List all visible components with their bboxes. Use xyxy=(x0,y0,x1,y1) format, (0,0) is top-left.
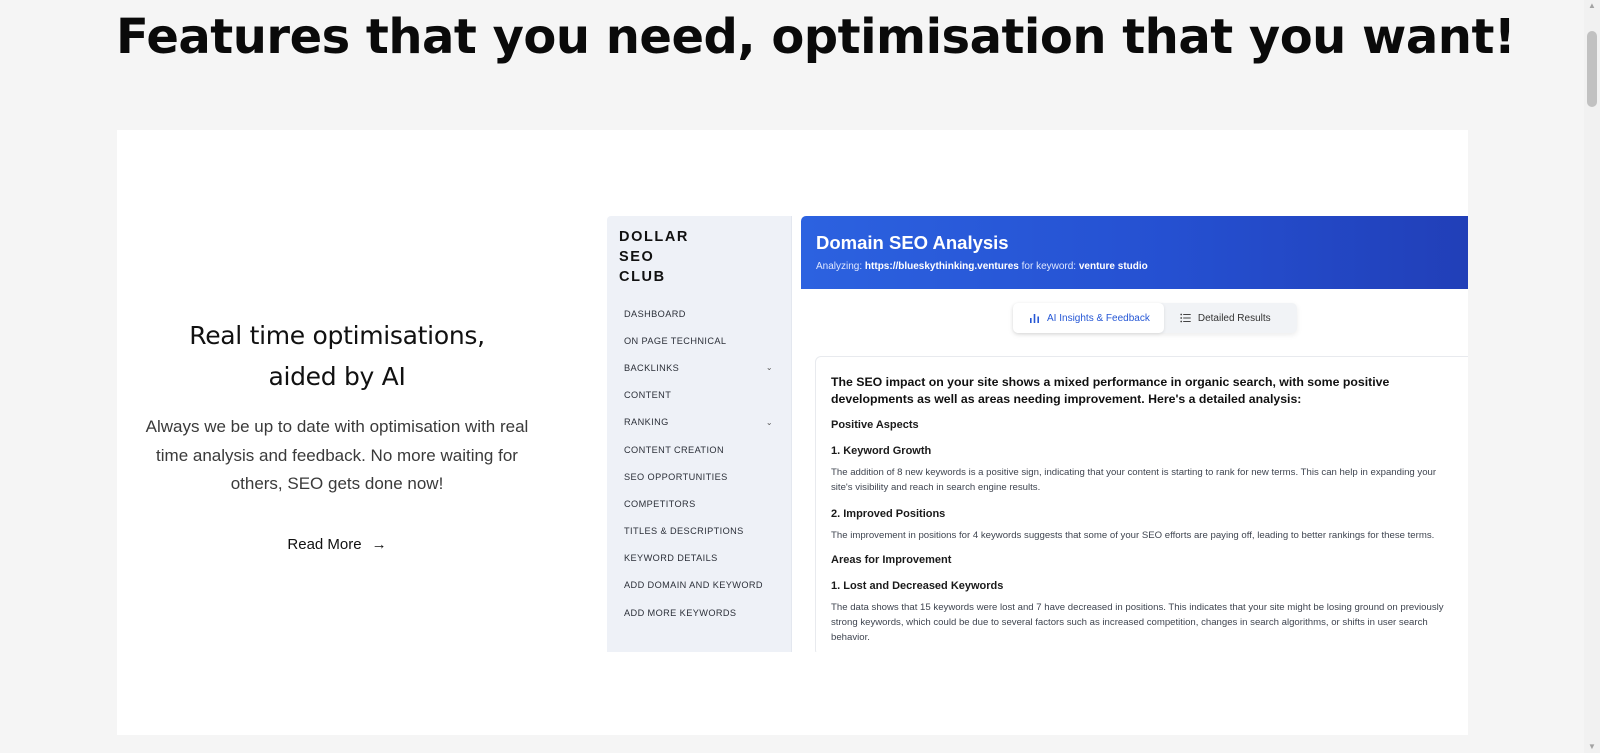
read-more-label: Read More xyxy=(287,535,362,553)
app-logo-line-2: SEO xyxy=(619,249,655,265)
arrow-right-icon: → xyxy=(371,535,387,553)
sidebar-item-dashboard[interactable]: DASHBOARD xyxy=(607,300,791,327)
app-screenshot: DOLLAR SEO CLUB DASHBOARD ON PAGE TECHNI… xyxy=(607,216,1468,652)
sidebar-item-label: COMPETITORS xyxy=(624,498,696,509)
analysis-body: The SEO impact on your site shows a mixe… xyxy=(815,356,1468,652)
list-icon xyxy=(1180,313,1191,323)
sidebar-item-label: CONTENT xyxy=(624,390,672,401)
improved-positions-heading: 2. Improved Positions xyxy=(831,507,946,520)
feature-card: Real time optimisations, aided by AI Alw… xyxy=(117,130,1468,735)
app-nav: DASHBOARD ON PAGE TECHNICAL BACKLINKS ⌄ C… xyxy=(607,300,791,626)
sidebar-item-on-page-technical[interactable]: ON PAGE TECHNICAL xyxy=(607,327,791,354)
scrollbar-thumb[interactable] xyxy=(1587,31,1597,107)
analyzed-domain: https://blueskythinking.ventures xyxy=(864,261,1019,272)
analysis-tabs: AI Insights & Feedback Detailed Results xyxy=(1013,303,1297,333)
sidebar-item-backlinks[interactable]: BACKLINKS ⌄ xyxy=(607,354,791,381)
sidebar-item-competitors[interactable]: COMPETITORS xyxy=(607,490,791,517)
sidebar-item-seo-opportunities[interactable]: SEO OPPORTUNITIES xyxy=(607,463,791,490)
feature-title-line-2: aided by AI xyxy=(268,362,406,391)
feature-description: Always we be up to date with optimisatio… xyxy=(145,417,529,493)
lost-keywords-heading: 1. Lost and Decreased Keywords xyxy=(831,580,1004,593)
keyword-growth-heading: 1. Keyword Growth xyxy=(831,445,932,457)
feature-text-block: Real time optimisations, aided by AI Alw… xyxy=(137,315,537,554)
page-scrollbar[interactable]: ▲ ▼ xyxy=(1584,0,1600,753)
scroll-down-arrow-icon[interactable]: ▼ xyxy=(1584,741,1600,753)
sidebar-item-content-creation[interactable]: CONTENT CREATION xyxy=(607,436,791,463)
sidebar-item-titles-descriptions[interactable]: TITLES & DESCRIPTIONS xyxy=(607,518,791,545)
analysis-intro: The SEO impact on your site shows a mixe… xyxy=(831,375,1390,406)
sidebar-item-label: ADD DOMAIN AND KEYWORD xyxy=(624,580,763,591)
app-main-panel: Domain SEO Analysis Analyzing: https://b… xyxy=(801,216,1468,652)
sidebar-item-label: CONTENT CREATION xyxy=(624,444,724,455)
app-logo-line-1: DOLLAR xyxy=(619,229,690,245)
tab-label: AI Insights & Feedback xyxy=(1047,312,1150,324)
lost-keywords-text: The data shows that 15 keywords were los… xyxy=(831,602,1444,643)
sidebar-item-content[interactable]: CONTENT xyxy=(607,382,791,409)
sidebar-item-label: DASHBOARD xyxy=(624,308,686,319)
improved-positions-text: The improvement in positions for 4 keywo… xyxy=(831,529,1435,541)
sidebar-item-ranking[interactable]: RANKING ⌄ xyxy=(607,409,791,436)
app-logo-line-3: CLUB xyxy=(619,269,666,285)
sidebar-item-label: ADD MORE KEYWORDS xyxy=(624,607,737,618)
keyword-label: for keyword: xyxy=(1021,261,1077,272)
analysis-subtitle: Analyzing: https://blueskythinking.ventu… xyxy=(816,261,1453,272)
tab-label: Detailed Results xyxy=(1197,312,1271,324)
sidebar-item-label: ON PAGE TECHNICAL xyxy=(624,335,727,346)
app-logo: DOLLAR SEO CLUB xyxy=(619,227,689,287)
keyword-growth-text: The addition of 8 new keywords is a posi… xyxy=(831,467,1437,493)
tab-detailed-results[interactable]: Detailed Results xyxy=(1164,303,1285,333)
analyzed-keyword: venture studio xyxy=(1078,261,1148,272)
bar-chart-icon xyxy=(1029,313,1040,324)
feature-title: Real time optimisations, aided by AI xyxy=(137,315,537,397)
scroll-up-arrow-icon[interactable]: ▲ xyxy=(1584,0,1600,12)
sidebar-item-add-domain-keyword[interactable]: ADD DOMAIN AND KEYWORD xyxy=(607,572,791,599)
read-more-link[interactable]: Read More → xyxy=(287,536,386,553)
page-title: Features that you need, optimisation tha… xyxy=(116,9,1516,65)
tab-ai-insights[interactable]: AI Insights & Feedback xyxy=(1013,303,1164,333)
sidebar-item-label: KEYWORD DETAILS xyxy=(624,553,718,564)
analysis-header: Domain SEO Analysis Analyzing: https://b… xyxy=(801,216,1468,289)
app-sidebar: DOLLAR SEO CLUB DASHBOARD ON PAGE TECHNI… xyxy=(607,216,791,652)
feature-title-line-1: Real time optimisations, xyxy=(189,321,485,350)
chevron-down-icon: ⌄ xyxy=(765,363,773,373)
sidebar-item-label: BACKLINKS xyxy=(624,362,680,373)
sidebar-item-label: RANKING xyxy=(624,417,669,428)
sidebar-item-label: SEO OPPORTUNITIES xyxy=(624,471,728,482)
positive-aspects-heading: Positive Aspects xyxy=(831,419,919,431)
analyzing-label: Analyzing: xyxy=(816,261,863,272)
sidebar-item-keyword-details[interactable]: KEYWORD DETAILS xyxy=(607,545,791,572)
sidebar-item-label: TITLES & DESCRIPTIONS xyxy=(624,526,744,537)
analysis-title: Domain SEO Analysis xyxy=(816,232,1009,253)
improvement-areas-heading: Areas for Improvement xyxy=(831,554,952,567)
chevron-down-icon: ⌄ xyxy=(765,417,773,427)
sidebar-item-add-more-keywords[interactable]: ADD MORE KEYWORDS xyxy=(607,599,791,626)
